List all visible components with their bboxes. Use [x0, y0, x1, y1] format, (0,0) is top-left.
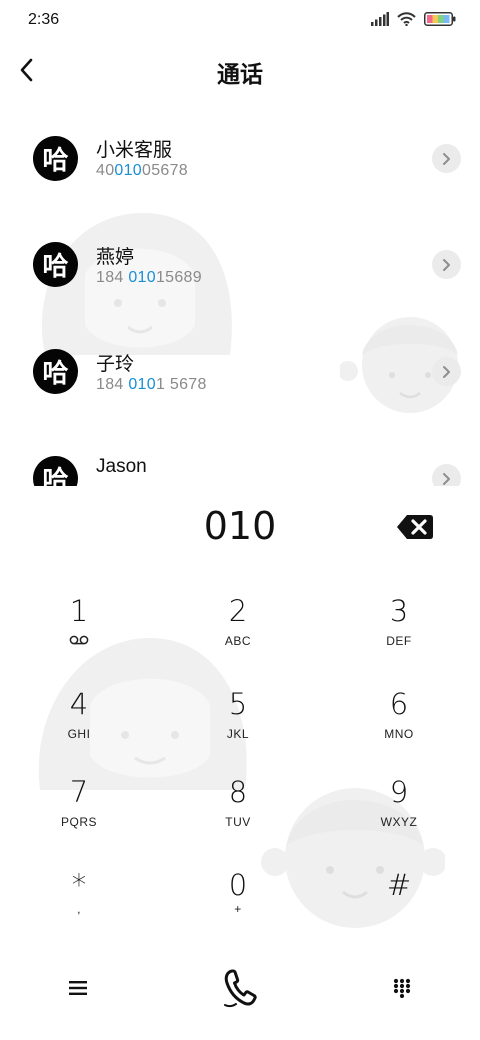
key-1[interactable]: 1 — [19, 594, 139, 666]
chevron-right-icon — [443, 472, 450, 485]
key-letters: ABC — [224, 634, 252, 648]
header: 通话 — [0, 46, 480, 96]
number-match-highlight: 010 — [114, 162, 143, 179]
key-letters: MNO — [384, 727, 414, 741]
dial-display: 010 — [0, 500, 480, 560]
contact-row[interactable]: 哈 燕婷 184 01015689 — [0, 214, 480, 314]
contact-row[interactable]: 哈 Jason — [0, 428, 480, 486]
call-button[interactable] — [208, 956, 272, 1020]
contact-detail-button[interactable] — [432, 464, 461, 486]
backspace-icon — [397, 515, 433, 539]
key-letters: GHI — [67, 727, 91, 741]
number-prefix: 184 — [96, 269, 129, 286]
key-letters: , — [77, 902, 81, 916]
dialpad-icon — [393, 978, 411, 998]
key-digit: 5 — [228, 687, 248, 721]
key-5[interactable]: 5 JKL — [178, 687, 298, 759]
contact-number: 184 0101 5678 — [96, 376, 207, 394]
key-hash[interactable]: # — [339, 868, 459, 940]
key-0[interactable]: 0 + — [178, 868, 298, 940]
page-title: 通话 — [217, 62, 263, 88]
key-digit: 1 — [69, 594, 89, 628]
chevron-right-icon — [443, 152, 450, 165]
key-3[interactable]: 3 DEF — [339, 594, 459, 666]
voicemail-icon — [69, 635, 89, 645]
number-suffix: 05678 — [142, 162, 189, 179]
key-letters: + — [234, 902, 242, 916]
number-suffix: 15689 — [155, 269, 202, 286]
key-digit: 3 — [389, 594, 409, 628]
contact-row[interactable]: 哈 子玲 184 0101 5678 — [0, 321, 480, 421]
number-match-highlight: 010 — [128, 376, 156, 393]
dialpad-toggle-button[interactable] — [370, 956, 434, 1020]
key-9[interactable]: 9 WXYZ — [339, 775, 459, 847]
contact-avatar: 哈 — [33, 349, 78, 394]
menu-button[interactable] — [46, 956, 110, 1020]
key-letters: PQRS — [60, 815, 97, 829]
key-4[interactable]: 4 GHI — [19, 687, 139, 759]
contact-detail-button[interactable] — [432, 144, 461, 173]
contact-number: 184 01015689 — [96, 269, 202, 287]
key-digit: 0 — [228, 868, 248, 902]
contact-number: 4001005678 — [96, 162, 188, 180]
contact-name: 子玲 — [96, 354, 135, 375]
bottom-action-bar — [0, 956, 480, 1020]
status-time: 2:36 — [28, 11, 60, 28]
key-letters — [19, 634, 139, 648]
key-letters: TUV — [225, 815, 251, 829]
key-6[interactable]: 6 MNO — [339, 687, 459, 759]
contact-name: 小米客服 — [96, 140, 173, 161]
number-prefix: 40 — [96, 162, 115, 179]
contact-avatar: 哈 — [33, 136, 78, 181]
chevron-right-icon — [443, 365, 450, 378]
key-star[interactable]: * , — [19, 868, 139, 940]
call-icon — [224, 969, 257, 1008]
menu-icon — [69, 981, 87, 995]
status-icons — [371, 12, 456, 26]
battery-icon — [424, 12, 456, 26]
key-digit: 2 — [228, 594, 248, 628]
key-digit: 4 — [69, 687, 89, 721]
signal-icon — [371, 12, 389, 26]
contact-row[interactable]: 哈 小米客服 4001005678 — [0, 108, 480, 208]
status-bar: 2:36 — [0, 0, 480, 42]
key-digit: * — [71, 868, 87, 902]
key-letters: JKL — [226, 727, 250, 741]
number-suffix: 1 5678 — [155, 376, 207, 393]
backspace-button[interactable] — [396, 514, 434, 540]
key-8[interactable]: 8 TUV — [178, 775, 298, 847]
key-digit: 7 — [69, 775, 89, 809]
wifi-icon — [397, 12, 416, 26]
key-letters: DEF — [386, 634, 412, 648]
contact-detail-button[interactable] — [432, 250, 461, 279]
contact-detail-button[interactable] — [432, 357, 461, 386]
contact-avatar: 哈 — [33, 242, 78, 287]
key-letters: WXYZ — [380, 815, 418, 829]
keypad: 1 2 ABC 3 DEF 4 GHI 5 JKL 6 MNO 7 PQRS 8… — [0, 580, 480, 930]
contact-name: 燕婷 — [96, 247, 135, 268]
number-match-highlight: 010 — [128, 269, 156, 286]
contact-avatar: 哈 — [33, 456, 78, 486]
key-digit: 6 — [389, 687, 409, 721]
key-digit: # — [386, 868, 412, 902]
key-digit: 9 — [389, 775, 409, 809]
number-prefix: 184 — [96, 376, 129, 393]
contact-name: Jason — [96, 456, 147, 477]
chevron-right-icon — [443, 258, 450, 271]
key-2[interactable]: 2 ABC — [178, 594, 298, 666]
key-digit: 8 — [228, 775, 248, 809]
key-7[interactable]: 7 PQRS — [19, 775, 139, 847]
contact-list[interactable]: 哈 小米客服 4001005678 哈 燕婷 184 01015689 哈 子玲… — [0, 108, 480, 486]
